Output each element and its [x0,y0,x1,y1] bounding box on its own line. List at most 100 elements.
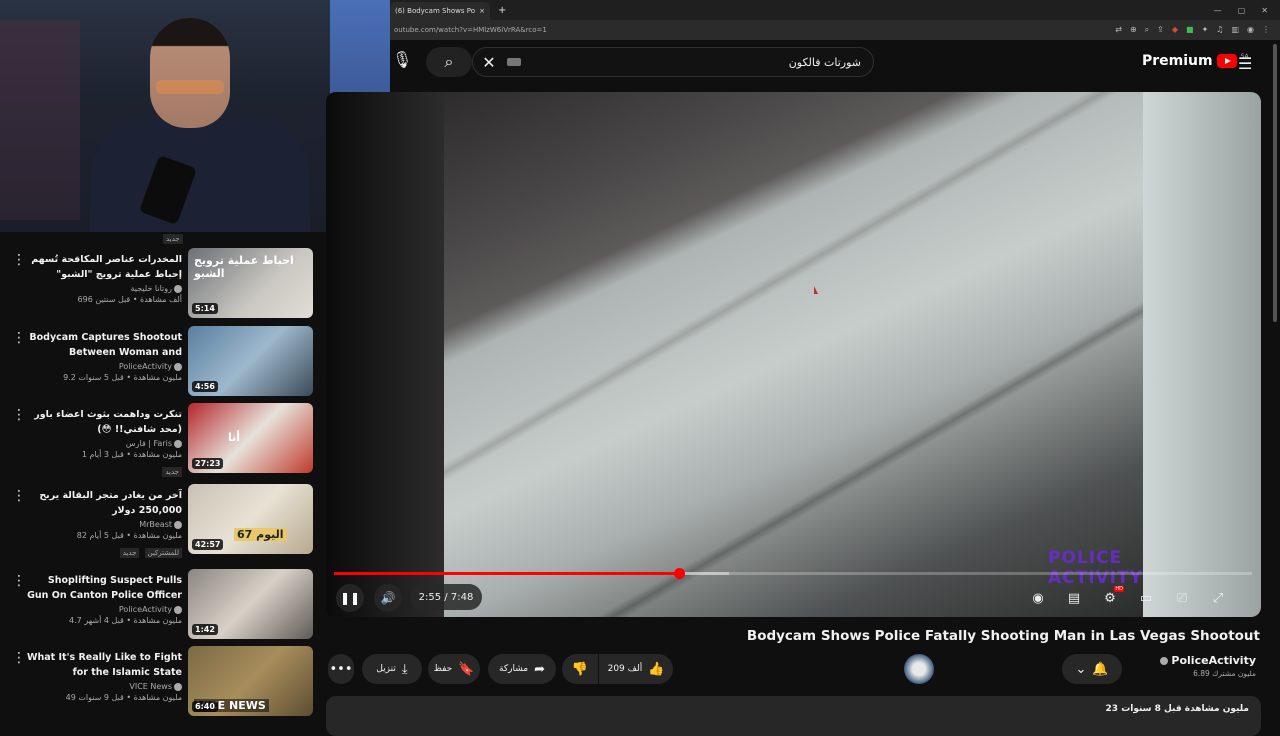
more-options-icon[interactable]: ⋮ [12,574,26,588]
channel-avatar[interactable] [904,654,934,684]
channel-name[interactable]: فارس | Faris [26,439,182,448]
guide-menu-icon[interactable]: ☰ [1238,54,1252,73]
settings-icon[interactable]: ⚙ HD [1098,586,1124,610]
scrollbar-thumb[interactable] [1273,44,1277,322]
close-window-button[interactable]: ✕ [1261,6,1268,15]
channel-name[interactable]: MrBeast [26,520,182,529]
video-title[interactable]: What It's Really Like to Fight for the I… [26,650,182,680]
list-item[interactable]: ⋮ Shoplifting Suspect Pulls Gun On Canto… [0,569,325,641]
list-item[interactable]: ⋮ Bodycam Captures Shootout Between Woma… [0,326,325,398]
new-tab-button[interactable]: + [498,5,506,16]
video-thumbnail[interactable]: احباط عملية ترويج الشبو 5:14 [188,248,313,318]
video-thumbnail[interactable]: 4:56 [188,326,313,396]
video-watermark: POLICE ACTIVITY [1048,548,1143,588]
description-box[interactable]: 23 مليون مشاهدة قبل 8 سنوات [326,696,1261,736]
sidebar-icon[interactable]: ▥ [1231,25,1239,35]
video-title[interactable]: المخدرات عناصر المكافحة تُسهم إحباط عملي… [26,252,182,282]
more-actions-button[interactable]: ••• [328,654,354,684]
streamer-head [150,18,230,128]
video-stats: 696 ألف مشاهدة • قبل سنتين [77,295,182,304]
video-thumbnail[interactable]: اليوم 67 42:57 [188,484,313,554]
autoplay-toggle-icon[interactable]: ◉ [1026,586,1050,610]
profile-icon[interactable]: ◉ [1247,25,1254,35]
video-thumbnail[interactable]: VICE NEWS 6:40 [188,646,313,716]
clear-search-icon[interactable]: ✕ [477,53,501,72]
install-icon[interactable]: ⊕ [1130,25,1137,35]
video-frame[interactable]: POLICE ACTIVITY [444,92,1143,617]
more-horizontal-icon: ••• [329,661,353,677]
list-item[interactable]: ⋮ تنكرت وداهمت بثوث اعضاء باور (محد شافن… [0,403,325,477]
list-item[interactable]: ⋮ المخدرات عناصر المكافحة تُسهم إحباط عم… [0,248,325,320]
channel-name[interactable]: PoliceActivity [26,362,182,371]
list-item[interactable]: ⋮ آخر من يغادر متجر البقالة يربح 250,000… [0,484,325,558]
pause-button[interactable]: ❚❚ [336,584,364,612]
zoom-icon[interactable]: ⌕ [1145,25,1149,35]
progress-bar[interactable] [334,568,1252,579]
volume-button[interactable]: 🔊 [374,584,402,612]
channel-info[interactable]: PoliceActivity 6.89 مليون مشترك [1136,654,1256,678]
like-button[interactable]: 209 ألف 👍 [599,654,673,684]
subtitles-icon[interactable]: ▤ [1062,586,1086,610]
channel-name[interactable]: روتانا خليجية [26,284,182,293]
logo-text: Premium [1142,53,1213,69]
maximize-button[interactable]: ▢ [1238,6,1246,15]
minimize-button[interactable]: — [1214,6,1222,15]
search-button[interactable]: ⌕ [426,47,472,77]
video-actions-row: ••• تنزيل ⤓ حفظ 🔖 مشاركة ➦ 👎 209 ألف 👍 ⌄ 🔔 Po… [326,654,1266,686]
more-options-icon[interactable]: ⋮ [12,651,26,665]
keyboard-icon[interactable] [507,58,521,66]
tab-close-icon[interactable]: × [479,7,485,15]
share-icon[interactable]: ⇪ [1157,25,1164,35]
page-scrollbar[interactable] [1272,44,1278,714]
download-button[interactable]: تنزيل ⤓ [362,654,422,684]
extensions-icon[interactable]: ✦ [1202,25,1209,35]
url-text[interactable]: outube.com/watch?v=HMlzW6iVrRA&rco=1 [394,26,547,34]
menu-icon[interactable]: ⋮ [1262,25,1270,35]
video-title[interactable]: تنكرت وداهمت بثوث اعضاء باور (محد شافني!… [26,407,182,437]
channel-name[interactable]: PoliceActivity [26,605,182,614]
bell-icon: 🔔 [1092,661,1109,677]
channel-name[interactable]: PoliceActivity [1136,654,1256,667]
save-button[interactable]: حفظ 🔖 [428,654,480,684]
translate-icon[interactable]: ⇄ [1115,25,1122,35]
video-curb [444,92,1143,617]
video-thumbnail[interactable]: 1:42 [188,569,313,639]
extension-icon[interactable]: ■ [1186,25,1194,35]
duration-badge: 1:42 [192,624,218,635]
video-player[interactable]: POLICE ACTIVITY ❚❚ 🔊 2:55 / 7:48 ◉ ▤ ⚙ HD… [326,92,1261,617]
video-stats: 49 مليون مشاهدة • قبل 9 سنوات [65,693,182,702]
address-bar[interactable]: outube.com/watch?v=HMlzW6iVrRA&rco=1 ⇄ ⊕… [390,20,1280,40]
list-item[interactable]: ⋮ What It's Really Like to Fight for the… [0,646,325,718]
voice-search-icon[interactable]: 🎙 [392,50,412,72]
video-title[interactable]: آخر من يغادر متجر البقالة يربح 250,000 د… [26,488,182,518]
reading-list-icon[interactable]: ♫ [1216,25,1223,35]
more-options-icon[interactable]: ⋮ [12,331,26,345]
verified-icon [174,682,182,691]
more-options-icon[interactable]: ⋮ [12,489,26,503]
dislike-button[interactable]: 👎 [562,654,598,684]
browser-tab[interactable]: (6) Bodycam Shows Police Fa... × [390,2,490,20]
subscribed-button[interactable]: ⌄ 🔔 [1062,654,1122,684]
video-pillarbox-left [326,92,444,617]
share-button[interactable]: مشاركة ➦ [488,654,556,684]
more-options-icon[interactable]: ⋮ [12,253,26,267]
more-options-icon[interactable]: ⋮ [12,408,26,422]
video-stats: 4.7 مليون مشاهدة • قبل 4 أشهر [69,616,182,625]
video-title[interactable]: Bodycam Captures Shootout Between Woman … [26,330,182,360]
ublock-icon[interactable]: ◆ [1172,25,1178,35]
video-title[interactable]: Shoplifting Suspect Pulls Gun On Canton … [26,573,182,603]
duration-badge: 27:23 [192,458,224,469]
window-controls: — ▢ ✕ [1214,6,1280,15]
search-input[interactable] [521,55,873,69]
youtube-premium-logo[interactable]: Premium SA [1142,53,1249,70]
fullscreen-icon[interactable]: ⤢ [1206,586,1230,610]
theater-mode-icon[interactable]: ▭ [1134,586,1158,610]
verified-icon [174,605,182,614]
cast-icon[interactable]: ⎚ [1170,586,1194,610]
video-thumbnail[interactable]: أنا 27:23 [188,403,313,473]
channel-name[interactable]: VICE News [26,682,182,691]
video-stats: 82 مليون مشاهدة • قبل 5 أيام [76,531,182,540]
search-icon: ⌕ [444,52,454,71]
like-count: 209 ألف [607,664,643,674]
video-stats: 9.2 مليون مشاهدة • قبل 5 سنوات [63,373,182,382]
